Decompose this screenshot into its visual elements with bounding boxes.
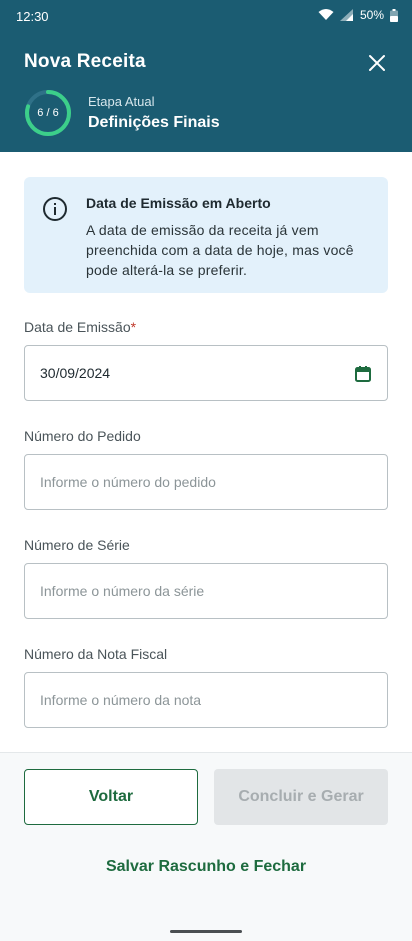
- invoice-number-field[interactable]: Informe o número da nota: [24, 672, 388, 728]
- close-button[interactable]: [362, 48, 392, 78]
- invoice-number-placeholder: Informe o número da nota: [40, 692, 202, 708]
- order-number-placeholder: Informe o número do pedido: [40, 474, 216, 490]
- series-number-label: Número de Série: [24, 537, 130, 553]
- info-icon: [43, 197, 67, 221]
- emission-date-label-text: Data de Emissão: [24, 319, 131, 335]
- status-bar: 12:30 50%: [0, 0, 412, 34]
- info-title: Data de Emissão em Aberto: [86, 195, 271, 211]
- invoice-number-label: Número da Nota Fiscal: [24, 646, 168, 662]
- progress-text: 6 / 6: [37, 107, 59, 119]
- emission-date-value: 30/09/2024: [40, 365, 111, 381]
- info-body: A data de emissão da receita já vem pree…: [86, 222, 354, 278]
- order-number-field[interactable]: Informe o número do pedido: [24, 454, 388, 510]
- footer-actions: Voltar Concluir e Gerar Salvar Rascunho …: [0, 752, 412, 912]
- info-box: Data de Emissão em Aberto A data de emis…: [24, 177, 388, 293]
- emission-date-label: Data de Emissão*: [24, 319, 136, 335]
- series-number-field[interactable]: Informe o número da série: [24, 563, 388, 619]
- page-title: Nova Receita: [24, 51, 146, 72]
- required-mark: *: [130, 319, 137, 335]
- app-header: Nova Receita 6 / 6 Etapa Atual Definiçõe…: [0, 34, 412, 152]
- status-time: 12:30: [16, 9, 49, 24]
- system-nav-bar: [0, 912, 412, 941]
- save-draft-button[interactable]: Salvar Rascunho e Fechar: [0, 858, 412, 876]
- home-gesture-handle[interactable]: [170, 930, 242, 933]
- finish-button[interactable]: Concluir e Gerar: [214, 769, 388, 825]
- back-button[interactable]: Voltar: [24, 769, 198, 825]
- close-icon: [369, 55, 385, 71]
- signal-icon: [339, 9, 353, 21]
- wifi-icon: [318, 9, 334, 20]
- calendar-icon[interactable]: [354, 365, 372, 383]
- battery-percent: 50%: [359, 8, 384, 22]
- stage-label: Etapa Atual: [88, 94, 155, 109]
- status-icons: 50%: [318, 8, 398, 22]
- progress-ring: 6 / 6: [24, 89, 72, 137]
- order-number-label: Número do Pedido: [24, 428, 141, 444]
- series-number-placeholder: Informe o número da série: [40, 583, 205, 599]
- battery-icon: [390, 8, 398, 22]
- emission-date-field[interactable]: 30/09/2024: [24, 345, 388, 401]
- stage-value: Definições Finais: [88, 114, 220, 131]
